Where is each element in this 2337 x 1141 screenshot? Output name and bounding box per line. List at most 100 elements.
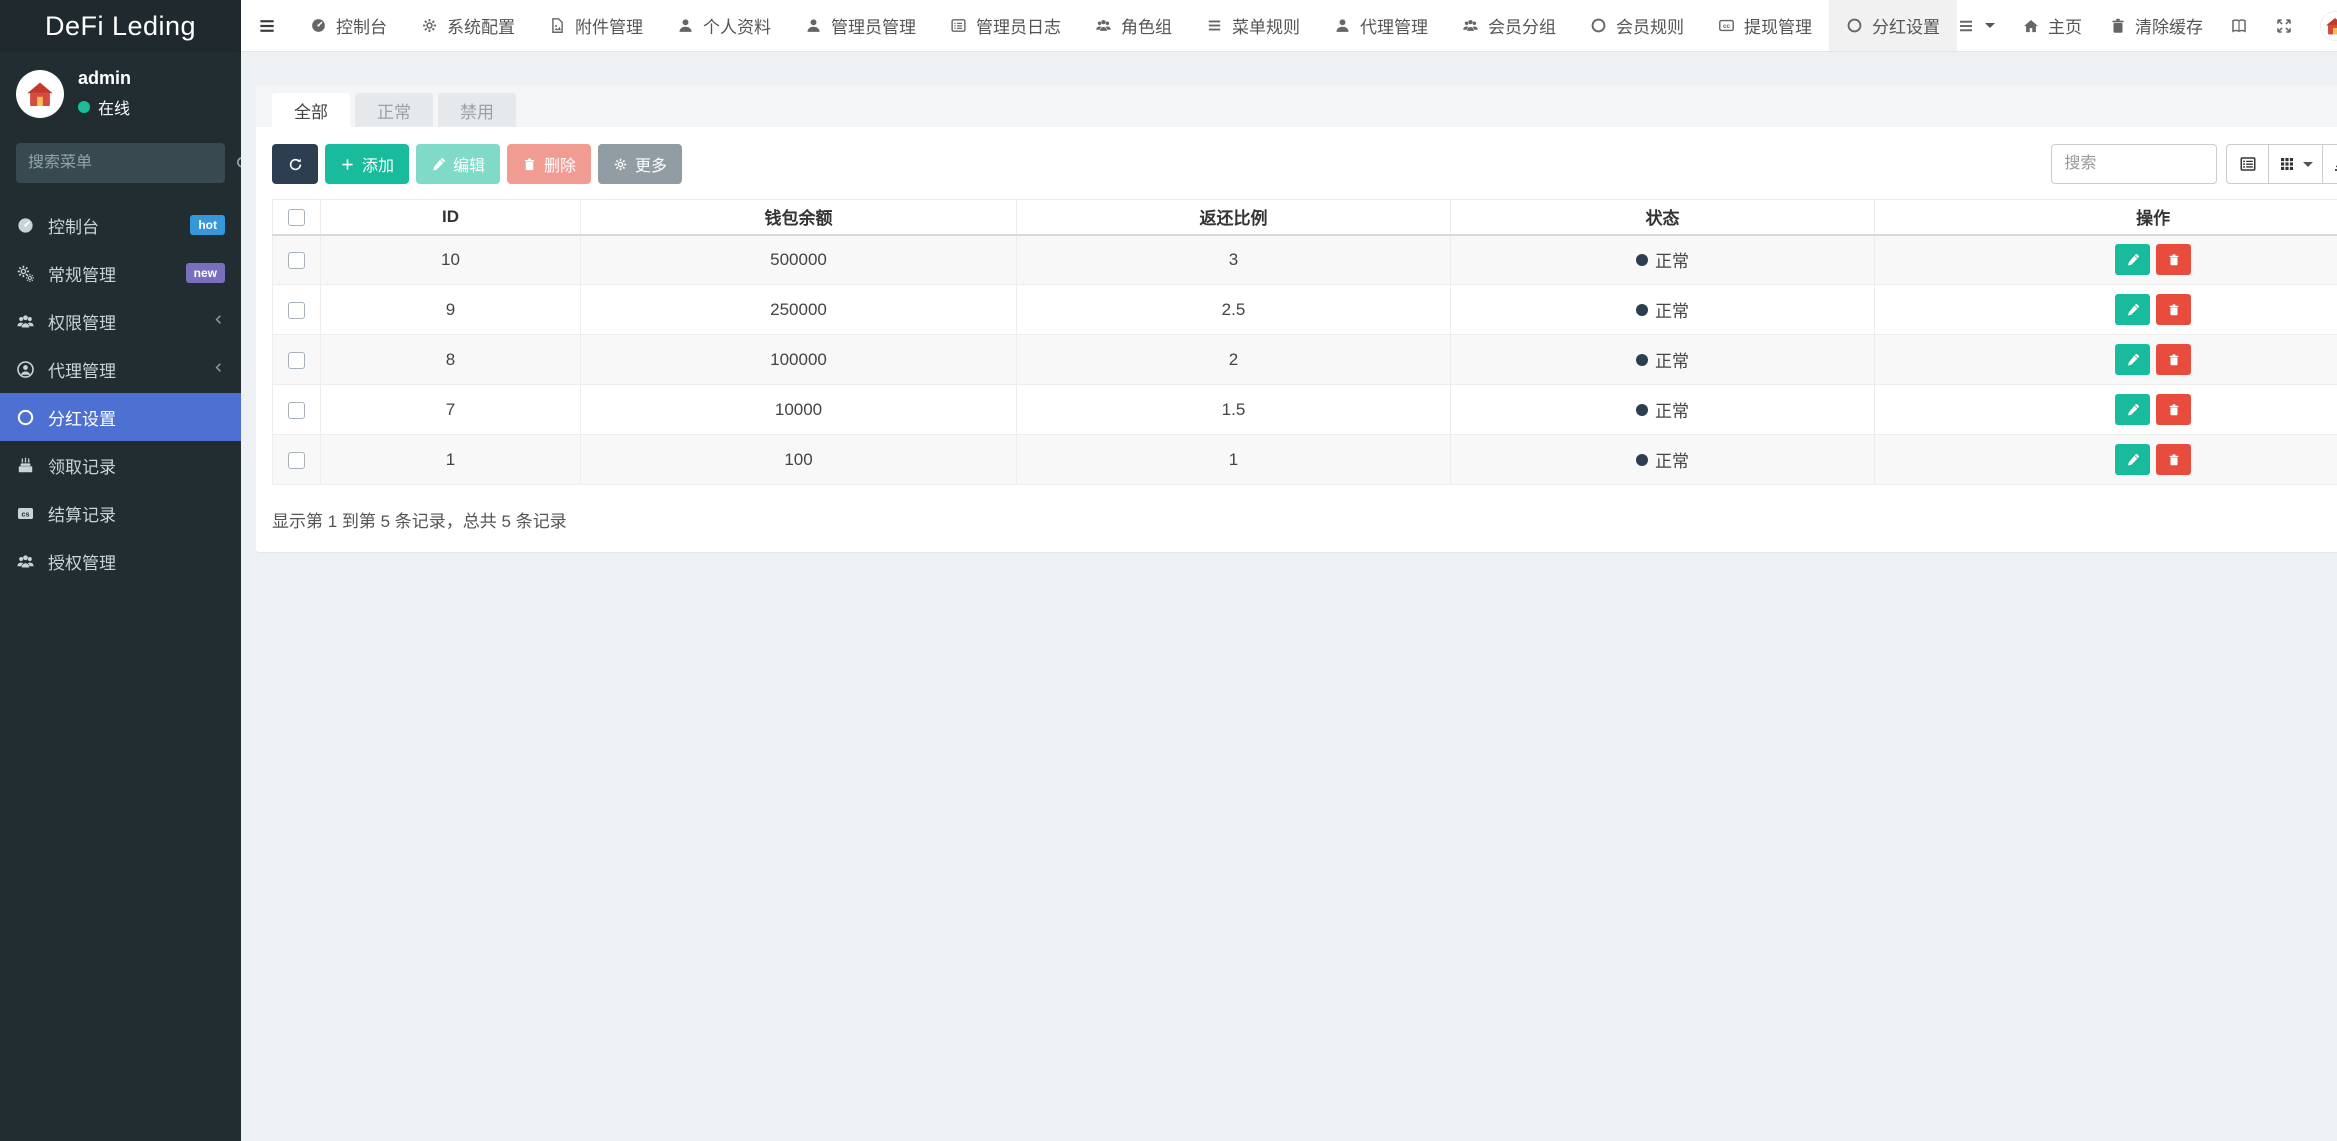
circle-o-icon xyxy=(1846,17,1863,34)
status-label: 正常 xyxy=(1655,247,1689,272)
topnav-item[interactable]: 会员规则 xyxy=(1573,0,1701,51)
user-menu[interactable]: admin xyxy=(2320,11,2337,41)
fullscreen-button[interactable] xyxy=(2275,17,2293,35)
delete-button[interactable]: 删除 xyxy=(507,144,591,184)
pencil-icon xyxy=(2126,403,2140,417)
home-icon xyxy=(2022,17,2040,35)
sidebar-item[interactable]: 结算记录 xyxy=(0,489,241,537)
topnav-item[interactable]: 分红设置 xyxy=(1829,0,1957,51)
row-select-cell xyxy=(273,435,321,485)
sidebar-item-label: 常规管理 xyxy=(48,261,173,286)
topnav-item[interactable]: 系统配置 xyxy=(404,0,532,51)
topnav-item[interactable]: 提现管理 xyxy=(1701,0,1829,51)
sidebar-search xyxy=(16,143,225,183)
topnav-item-label: 分红设置 xyxy=(1872,13,1940,38)
topnav-item[interactable]: 附件管理 xyxy=(532,0,660,51)
clear-cache-button[interactable]: 清除缓存 xyxy=(2109,13,2203,38)
pencil-icon xyxy=(2126,453,2140,467)
topnav-item[interactable]: 控制台 xyxy=(293,0,404,51)
user-icon xyxy=(805,17,822,34)
actions-cell xyxy=(1875,285,2337,335)
tab-禁用[interactable]: 禁用 xyxy=(438,93,516,127)
row-checkbox[interactable] xyxy=(288,452,305,469)
refresh-button[interactable] xyxy=(272,144,318,184)
sidebar-search-input[interactable] xyxy=(28,154,235,172)
users-icon xyxy=(1095,17,1112,34)
add-button[interactable]: 添加 xyxy=(325,144,409,184)
topnav-item[interactable]: 角色组 xyxy=(1078,0,1189,51)
avatar xyxy=(2320,11,2337,41)
sidebar-item[interactable]: 代理管理 xyxy=(0,345,241,393)
columns-dropdown-button[interactable] xyxy=(2269,144,2323,184)
status-label: 正常 xyxy=(1655,297,1689,322)
tab-全部[interactable]: 全部 xyxy=(272,93,350,127)
cake-icon xyxy=(16,456,35,475)
sidebar-item[interactable]: 授权管理 xyxy=(0,537,241,585)
topnav-item[interactable]: 管理员管理 xyxy=(788,0,933,51)
topnav-item-label: 控制台 xyxy=(336,13,387,38)
row-delete-button[interactable] xyxy=(2156,444,2191,475)
ratio-cell: 1 xyxy=(1017,435,1451,485)
tab-list-dropdown[interactable] xyxy=(1957,17,1995,35)
topnav-item[interactable]: 管理员日志 xyxy=(933,0,1078,51)
sidebar-item[interactable]: 权限管理 xyxy=(0,297,241,345)
row-delete-button[interactable] xyxy=(2156,244,2191,275)
ratio-cell: 3 xyxy=(1017,235,1451,285)
export-dropdown-button[interactable] xyxy=(2323,144,2337,184)
badge: hot xyxy=(190,215,225,235)
topnav-item-label: 会员规则 xyxy=(1616,13,1684,38)
row-delete-button[interactable] xyxy=(2156,394,2191,425)
plus-icon xyxy=(340,157,355,172)
row-delete-button[interactable] xyxy=(2156,294,2191,325)
more-button[interactable]: 更多 xyxy=(598,144,682,184)
grid-icon xyxy=(2278,155,2296,173)
table-header-row: ID钱包余额返还比例状态操作 xyxy=(273,200,2337,235)
row-checkbox[interactable] xyxy=(288,402,305,419)
sidebar-toggle-button[interactable] xyxy=(241,0,293,51)
circle-o-icon xyxy=(16,408,35,427)
row-checkbox[interactable] xyxy=(288,302,305,319)
column-header[interactable]: 状态 xyxy=(1451,200,1875,235)
tab-正常[interactable]: 正常 xyxy=(355,93,433,127)
row-checkbox[interactable] xyxy=(288,352,305,369)
caret-down-icon xyxy=(2303,162,2313,167)
row-edit-button[interactable] xyxy=(2115,244,2150,275)
topnav-item[interactable]: 代理管理 xyxy=(1317,0,1445,51)
detail-view-button[interactable] xyxy=(2226,144,2269,184)
sidebar-item[interactable]: 领取记录 xyxy=(0,441,241,489)
sidebar-item-label: 分红设置 xyxy=(48,405,225,430)
gear-icon xyxy=(613,157,628,172)
topnav-item-label: 会员分组 xyxy=(1488,13,1556,38)
row-edit-button[interactable] xyxy=(2115,344,2150,375)
column-header[interactable]: 钱包余额 xyxy=(581,200,1017,235)
delete-label: 删除 xyxy=(544,152,576,176)
select-all-checkbox[interactable] xyxy=(288,209,305,226)
column-header[interactable]: 返还比例 xyxy=(1017,200,1451,235)
cc-icon xyxy=(1718,17,1735,34)
sidebar-item[interactable]: 控制台 hot xyxy=(0,201,241,249)
trash-icon xyxy=(2167,353,2181,367)
clear-cache-label: 清除缓存 xyxy=(2135,13,2203,38)
topnav-item[interactable]: 会员分组 xyxy=(1445,0,1573,51)
row-select-cell xyxy=(273,235,321,285)
column-header[interactable]: ID xyxy=(321,200,581,235)
row-edit-button[interactable] xyxy=(2115,294,2150,325)
ratio-cell: 2.5 xyxy=(1017,285,1451,335)
topnav-item-label: 代理管理 xyxy=(1360,13,1428,38)
row-delete-button[interactable] xyxy=(2156,344,2191,375)
row-edit-button[interactable] xyxy=(2115,394,2150,425)
sidebar-item-label: 控制台 xyxy=(48,213,177,238)
home-button[interactable]: 主页 xyxy=(2022,13,2082,38)
row-edit-button[interactable] xyxy=(2115,444,2150,475)
table-search-input[interactable] xyxy=(2051,144,2217,184)
list-icon xyxy=(1957,17,1975,35)
row-checkbox[interactable] xyxy=(288,252,305,269)
language-button[interactable] xyxy=(2230,17,2248,35)
sidebar-item[interactable]: 常规管理new xyxy=(0,249,241,297)
topnav-item[interactable]: 菜单规则 xyxy=(1189,0,1317,51)
topnav-items: 控制台系统配置附件管理个人资料管理员管理管理员日志角色组菜单规则 代理管理 会员分组… xyxy=(293,0,1957,51)
topnav-item[interactable]: 个人资料 xyxy=(660,0,788,51)
edit-button[interactable]: 编辑 xyxy=(416,144,500,184)
sidebar-item[interactable]: 分红设置 xyxy=(0,393,241,441)
column-header[interactable]: 操作 xyxy=(1875,200,2337,235)
